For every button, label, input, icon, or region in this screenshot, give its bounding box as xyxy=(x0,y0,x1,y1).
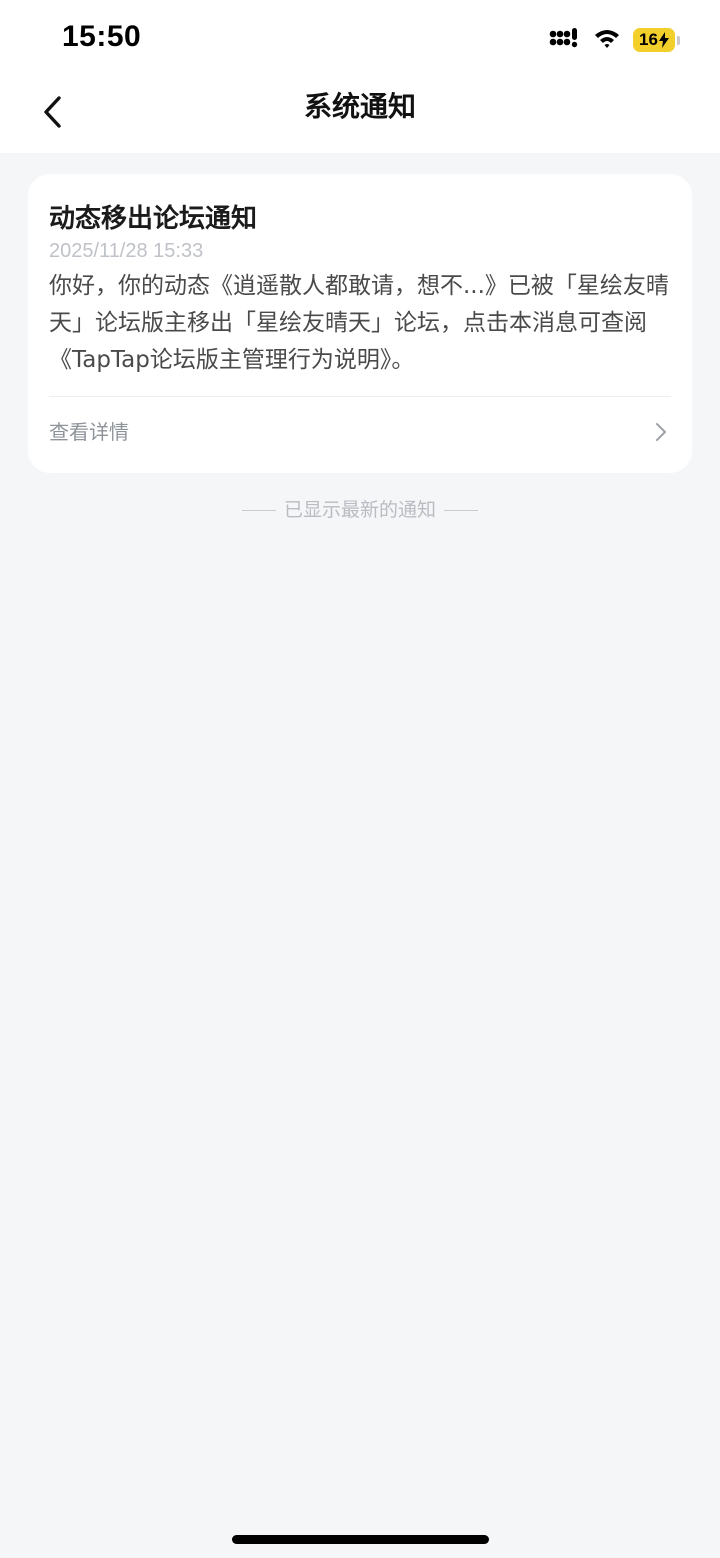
wifi-icon xyxy=(593,27,621,53)
view-details-button[interactable]: 查看详情 xyxy=(28,397,692,467)
battery-value: 16 xyxy=(639,30,658,49)
battery-level: 16 xyxy=(633,28,675,52)
notification-body: 你好，你的动态《逍遥散人都敢请，想不...》已被「星绘友晴天」论坛版主移出「星绘… xyxy=(49,273,669,373)
divider-line-left xyxy=(241,509,276,511)
chevron-right-icon xyxy=(654,421,668,443)
battery-charging-icon: 16 xyxy=(633,28,675,52)
page-title: 系统通知 xyxy=(303,90,416,123)
end-of-list-text: 已显示最新的通知 xyxy=(283,499,436,521)
nav-bar: 系统通知 xyxy=(0,78,720,153)
status-time: 15:50 xyxy=(62,20,142,53)
status-bar: 15:50 16 xyxy=(0,0,720,78)
notification-timestamp: 2025/11/28 15:33 xyxy=(49,240,204,262)
view-details-label: 查看详情 xyxy=(49,420,129,444)
cellular-signal-icon xyxy=(549,27,581,53)
notification-card[interactable]: 动态移出论坛通知 2025/11/28 15:33 你好，你的动态《逍遥散人都敢… xyxy=(28,174,692,473)
home-indicator[interactable] xyxy=(232,1535,489,1544)
end-of-list-note: 已显示最新的通知 xyxy=(0,498,720,522)
status-icons: 16 xyxy=(549,26,680,54)
battery-tip xyxy=(677,35,680,45)
notification-title: 动态移出论坛通知 xyxy=(49,204,258,234)
divider-line-right xyxy=(444,509,478,511)
